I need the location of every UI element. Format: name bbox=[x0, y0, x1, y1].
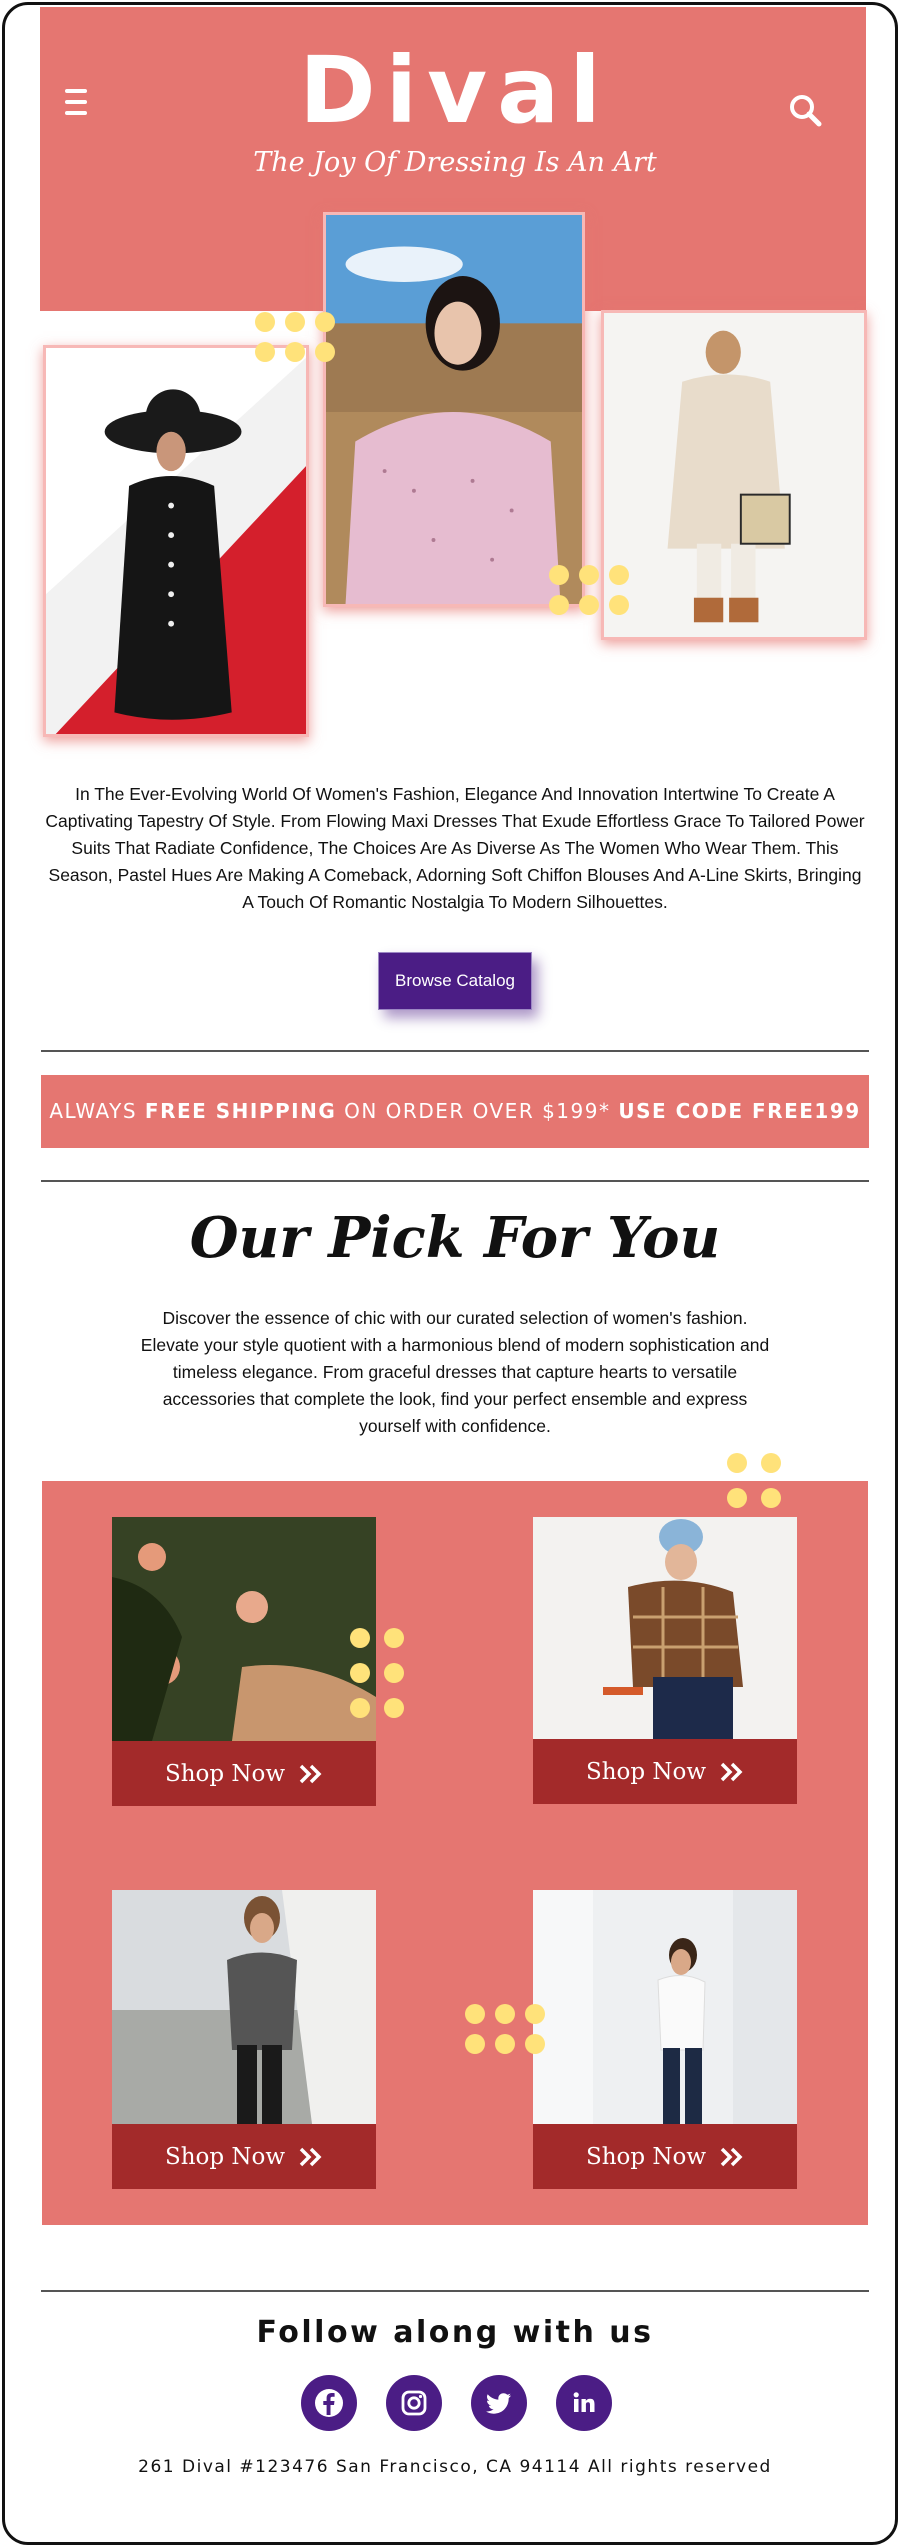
hero-photo-black-coat bbox=[43, 345, 309, 737]
facebook-icon[interactable] bbox=[301, 2375, 357, 2431]
instagram-icon[interactable] bbox=[386, 2375, 442, 2431]
divider bbox=[41, 1050, 869, 1052]
decor-dots-hero-left bbox=[255, 312, 335, 362]
divider bbox=[41, 2290, 869, 2292]
double-chevron-right-icon bbox=[720, 2147, 743, 2166]
decor-dots-panel-middle bbox=[465, 2004, 545, 2054]
shop-now-button[interactable]: Shop Now bbox=[533, 2124, 797, 2189]
search-icon[interactable] bbox=[788, 93, 822, 127]
shipping-highlight: FREE SHIPPING bbox=[144, 1099, 337, 1123]
follow-title: Follow along with us bbox=[256, 2315, 654, 2350]
free-shipping-banner: ALWAYS FREE SHIPPING ON ORDER OVER $199*… bbox=[41, 1075, 869, 1148]
brand-tagline: The Joy Of Dressing Is An Art bbox=[253, 147, 657, 178]
shipping-middle: ON ORDER OVER $199* bbox=[336, 1099, 619, 1123]
shipping-prefix: ALWAYS bbox=[49, 1099, 145, 1123]
product-image-white-shirt[interactable] bbox=[533, 1890, 797, 2124]
double-chevron-right-icon bbox=[720, 1762, 743, 1781]
double-chevron-right-icon bbox=[299, 2147, 322, 2166]
divider bbox=[41, 1180, 869, 1182]
product-image-floral-kimono[interactable] bbox=[112, 1517, 376, 1741]
shop-now-label: Shop Now bbox=[164, 1760, 286, 1787]
product-card[interactable]: Shop Now bbox=[112, 1517, 376, 1806]
product-card[interactable]: Shop Now bbox=[533, 1890, 797, 2189]
hamburger-menu-icon[interactable] bbox=[65, 89, 89, 123]
product-image-gray-cardigan[interactable] bbox=[112, 1890, 376, 2124]
double-chevron-right-icon bbox=[299, 1764, 322, 1783]
shop-now-label: Shop Now bbox=[585, 1758, 707, 1785]
decor-dots-card-1 bbox=[350, 1628, 404, 1718]
page-frame: Dival The Joy Of Dressing Is An Art In T… bbox=[2, 2, 898, 2545]
shipping-code: USE CODE FREE199 bbox=[618, 1099, 861, 1123]
footer-address: 261 Dival #123476 San Francisco, CA 9411… bbox=[138, 2457, 772, 2477]
shop-now-button[interactable]: Shop Now bbox=[112, 2124, 376, 2189]
browse-catalog-button[interactable]: Browse Catalog bbox=[378, 952, 532, 1010]
section-title-our-pick: Our Pick For You bbox=[189, 1205, 721, 1271]
shop-now-button[interactable]: Shop Now bbox=[112, 1741, 376, 1806]
hero-photo-teddy-coat bbox=[601, 310, 867, 640]
section-description-our-pick: Discover the essence of chic with our cu… bbox=[140, 1308, 770, 1436]
shop-now-label: Shop Now bbox=[585, 2143, 707, 2170]
shop-now-label: Shop Now bbox=[164, 2143, 286, 2170]
product-image-plaid-jacket[interactable] bbox=[533, 1517, 797, 1739]
product-card[interactable]: Shop Now bbox=[112, 1890, 376, 2189]
hero-photo-pink-blouse bbox=[323, 212, 585, 607]
twitter-icon[interactable] bbox=[471, 2375, 527, 2431]
brand-logo[interactable]: Dival bbox=[255, 45, 655, 137]
shop-now-button[interactable]: Shop Now bbox=[533, 1739, 797, 1804]
decor-dots-hero-right bbox=[549, 565, 629, 615]
hero-description: In The Ever-Evolving World Of Women's Fa… bbox=[45, 784, 865, 912]
linkedin-icon[interactable] bbox=[556, 2375, 612, 2431]
product-card[interactable]: Shop Now bbox=[533, 1517, 797, 1804]
